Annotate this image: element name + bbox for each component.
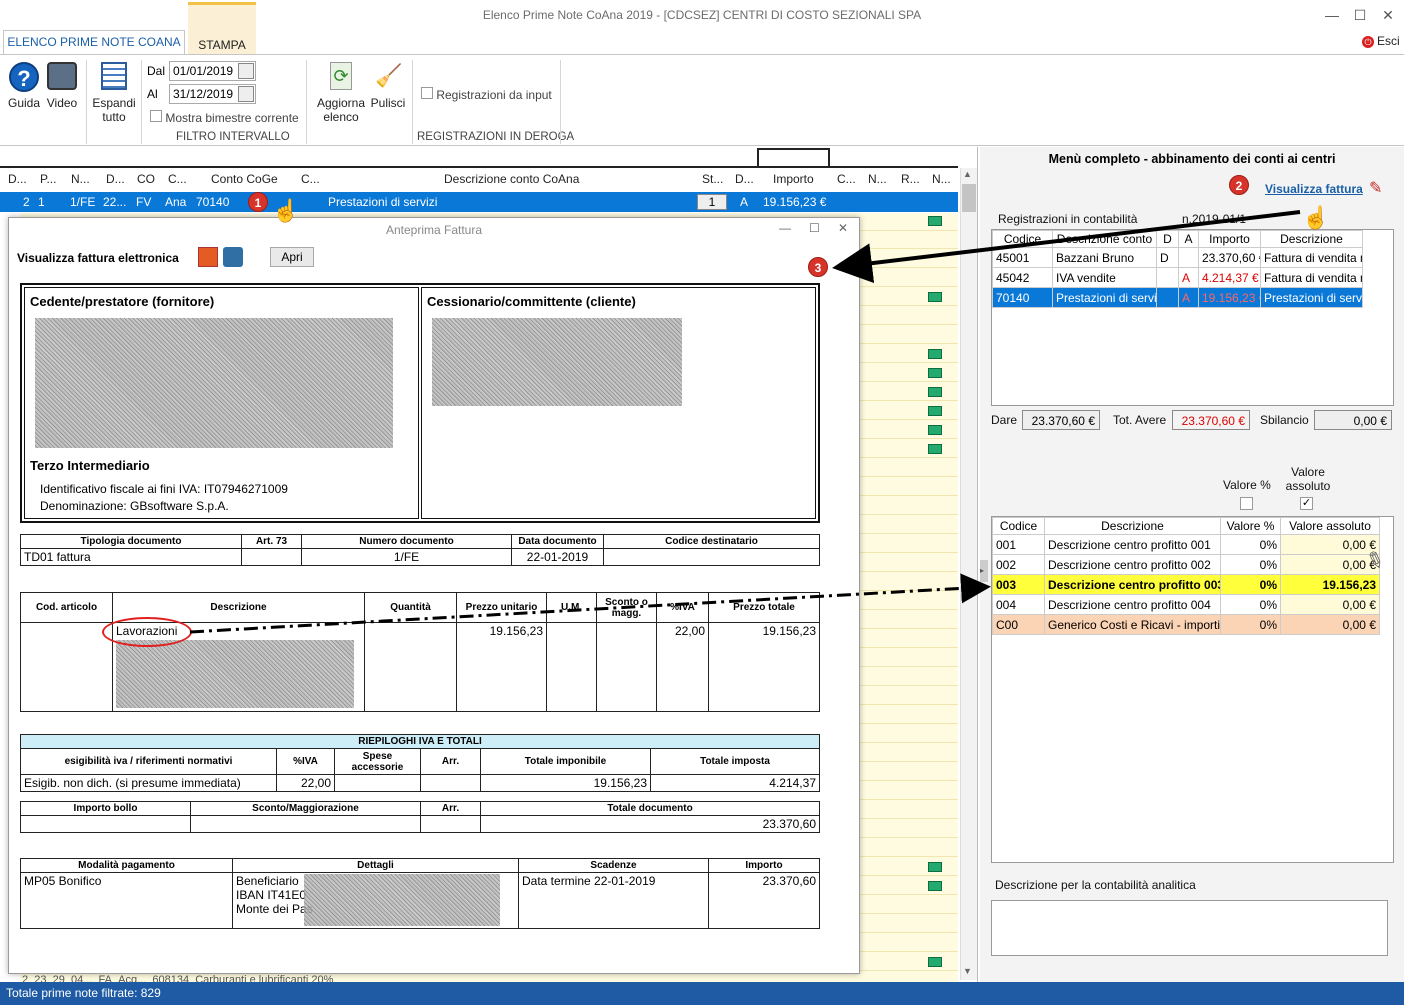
hand-cursor-icon: ☝: [272, 198, 300, 223]
hand-cursor-icon: ☝: [1302, 205, 1330, 230]
step-badge: 3: [808, 257, 828, 277]
step-badge: 1: [248, 192, 268, 212]
arrow-to-preview: [832, 210, 1301, 284]
annotation-arrows: [189, 210, 1301, 634]
step-badge: 2: [1229, 175, 1249, 195]
arrow-to-centro: [189, 573, 991, 634]
